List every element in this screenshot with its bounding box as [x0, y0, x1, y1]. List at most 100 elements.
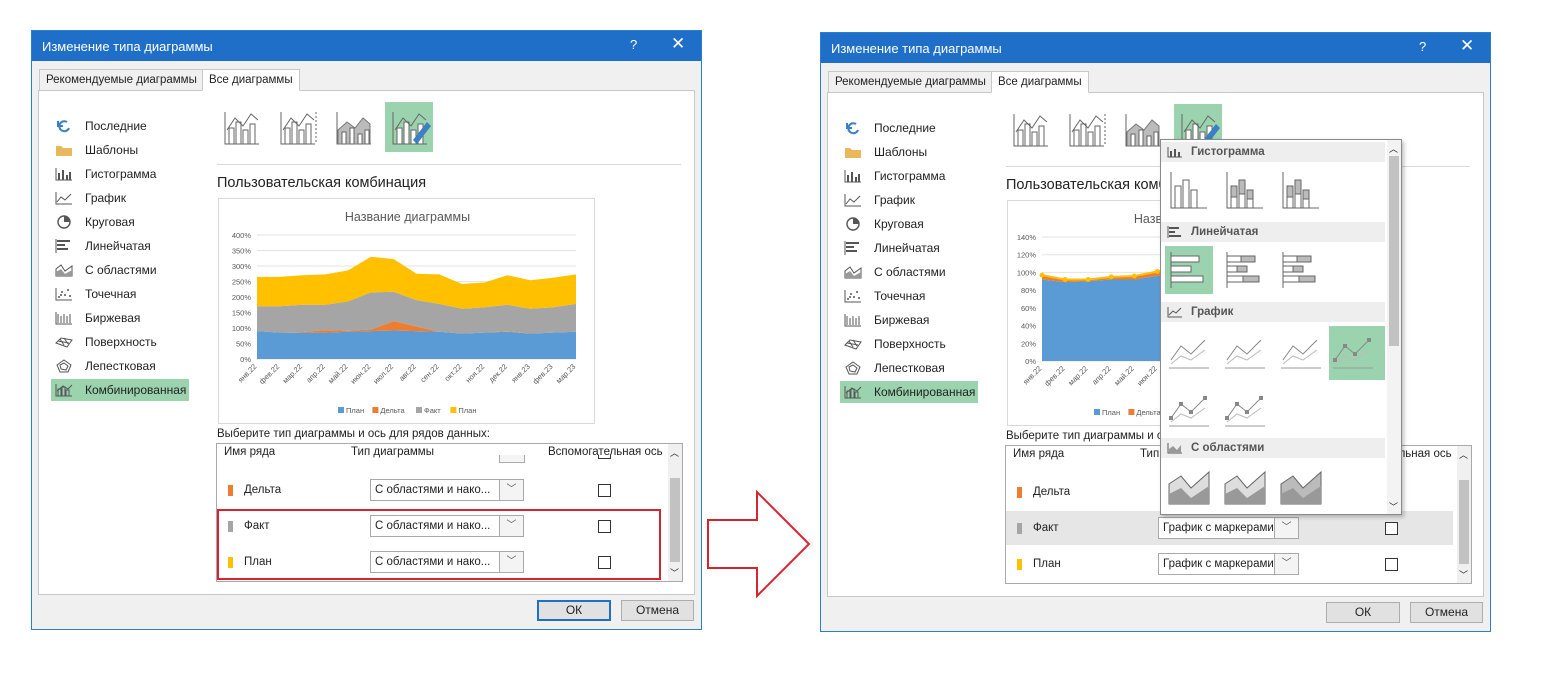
chart-subtype-100-stacked-area[interactable] [1277, 462, 1325, 510]
scroll-up-icon[interactable]: ︿ [1389, 142, 1398, 155]
sidebar-item-label: Последние [874, 121, 936, 135]
scrollbar-thumb[interactable] [1459, 480, 1469, 564]
sidebar-item-pie-chart[interactable]: Круговая [840, 213, 978, 235]
chart-subtype-stacked-column[interactable] [1221, 166, 1269, 214]
sidebar-item-scatter-chart[interactable]: Точечная [840, 285, 978, 307]
scrollbar-thumb[interactable] [670, 478, 680, 562]
chart-subtype-stacked-line[interactable] [1221, 326, 1269, 374]
chart-subtype-stacked-bar[interactable] [1221, 246, 1269, 294]
combo-area-clustered-icon[interactable] [1118, 104, 1166, 154]
sidebar-item-surface-chart[interactable]: Поверхность [840, 333, 978, 355]
sidebar-item-bar-chart[interactable]: Линейчатая [840, 237, 978, 259]
scroll-up-icon[interactable]: ︿ [670, 446, 679, 459]
surface-chart-icon [844, 339, 862, 350]
sidebar-item-folder[interactable]: Шаблоны [51, 139, 189, 161]
line-marker [1039, 272, 1045, 278]
folder-icon [845, 148, 861, 158]
sidebar-item-bar-chart[interactable]: Линейчатая [51, 235, 189, 257]
change-chart-type-dialog-before: Изменение типа диаграммы ? ✕ Рекомендуем… [31, 30, 702, 630]
chart-subtype-line-with-markers[interactable] [1329, 326, 1385, 380]
tab-recommended-charts[interactable]: Рекомендуемые диаграммы [828, 71, 993, 93]
secondary-axis-checkbox[interactable] [1385, 522, 1398, 535]
chart-subtype-area[interactable] [1165, 462, 1213, 510]
sidebar-item-folder[interactable]: Шаблоны [840, 141, 978, 163]
series-row-name: Дельта [228, 484, 281, 496]
y-tick-label: 100% [1017, 268, 1037, 277]
sidebar-item-area-chart[interactable]: С областями [840, 261, 978, 283]
help-button[interactable]: ? [1419, 39, 1426, 54]
sidebar-item-label: Линейчатая [85, 239, 151, 253]
chart-subtype-line[interactable] [1165, 326, 1213, 374]
cancel-button[interactable]: Отмена [1410, 602, 1483, 623]
ok-button[interactable]: ОК [1326, 602, 1400, 623]
sidebar-item-radar-chart[interactable]: Лепестковая [51, 355, 189, 377]
legend-swatch [1128, 409, 1135, 415]
sidebar-item-area-chart[interactable]: С областями [51, 259, 189, 281]
sidebar-item-line-chart[interactable]: График [51, 187, 189, 209]
sidebar-item-line-chart[interactable]: График [840, 189, 978, 211]
tab-recommended-charts[interactable]: Рекомендуемые диаграммы [39, 69, 204, 91]
scroll-down-icon[interactable]: ﹀ [1389, 500, 1398, 513]
series-type-select[interactable]: График с маркерами ﹀ [1158, 553, 1299, 575]
sidebar-item-surface-chart[interactable]: Поверхность [51, 331, 189, 353]
tab-all-charts[interactable]: Все диаграммы [991, 71, 1089, 93]
series-row-name: Факт [1017, 522, 1059, 534]
cancel-button[interactable]: Отмена [621, 600, 694, 621]
secondary-axis-checkbox[interactable] [1385, 558, 1398, 571]
series-type-select[interactable]: График с маркерами ﹀ [1158, 517, 1299, 539]
scroll-down-icon[interactable]: ﹀ [1459, 568, 1468, 581]
scroll-down-icon[interactable]: ﹀ [670, 566, 679, 579]
scrollbar-thumb[interactable] [1389, 156, 1399, 346]
dropdown-scrollbar[interactable]: ︿ ﹀ [1387, 140, 1401, 514]
secondary-axis-checkbox[interactable] [598, 484, 611, 497]
close-button[interactable]: ✕ [1460, 36, 1474, 56]
combo-custom-icon[interactable] [385, 102, 433, 152]
sidebar-item-combo-chart[interactable]: Комбинированная [840, 381, 978, 403]
chart-subtype-100-stacked-line-with-markers[interactable] [1221, 384, 1269, 432]
y-tick-label: 0% [240, 355, 251, 364]
close-button[interactable]: ✕ [671, 34, 685, 54]
header-series-name: Имя ряда [224, 446, 276, 458]
chart-subtype-100-stacked-bar[interactable] [1277, 246, 1325, 294]
sidebar-item-scatter-chart[interactable]: Точечная [51, 283, 189, 305]
sidebar-item-recent[interactable]: Последние [51, 115, 189, 137]
sidebar-item-column-chart[interactable]: Гистограмма [840, 165, 978, 187]
100-stacked-line-with-markers-icon [1225, 396, 1265, 427]
x-tick-label: мар.22 [1066, 364, 1089, 387]
combo-clustered-line-icon[interactable] [217, 102, 265, 152]
chart-subtype-stacked-line-with-markers[interactable] [1165, 384, 1213, 432]
grid-scrollbar[interactable]: ︿ ﹀ [668, 444, 682, 581]
sidebar-item-radar-chart[interactable]: Лепестковая [840, 357, 978, 379]
chart-subtype-100-stacked-line[interactable] [1277, 326, 1325, 374]
scroll-up-icon[interactable]: ︿ [1459, 448, 1468, 461]
sidebar-item-stock-chart[interactable]: Биржевая [51, 307, 189, 329]
series-type-select[interactable]: С областями и нако... ﹀ [370, 479, 524, 501]
combo-clustered-line-icon[interactable] [1006, 104, 1054, 154]
area-series-0 [257, 330, 576, 359]
sidebar-item-combo-chart[interactable]: Комбинированная [51, 379, 189, 401]
chart-subtype-clustered-column[interactable] [1165, 166, 1213, 214]
legend-entry: План [458, 406, 476, 415]
help-button[interactable]: ? [630, 37, 637, 52]
sidebar-item-stock-chart[interactable]: Биржевая [840, 309, 978, 331]
combo-area-clustered-icon[interactable] [329, 102, 377, 152]
ok-button[interactable]: ОК [537, 600, 611, 621]
chevron-down-icon[interactable]: ﹀ [499, 480, 523, 500]
y-tick-label: 120% [1017, 251, 1037, 260]
sidebar-item-label: Биржевая [874, 313, 930, 327]
sidebar-item-column-chart[interactable]: Гистограмма [51, 163, 189, 185]
sidebar-item-label: Комбинированная [85, 383, 187, 397]
combo-clustered-line-secondary-icon[interactable] [1062, 104, 1110, 154]
tab-all-charts[interactable]: Все диаграммы [202, 69, 300, 91]
grid-scrollbar[interactable]: ︿ ﹀ [1457, 446, 1471, 583]
stock-chart-icon [844, 314, 861, 327]
sidebar-item-recent[interactable]: Последние [840, 117, 978, 139]
chevron-down-icon[interactable]: ﹀ [1274, 518, 1298, 538]
chart-subtype-stacked-area[interactable] [1221, 462, 1269, 510]
combo-clustered-line-secondary-icon[interactable] [273, 102, 321, 152]
sidebar-item-pie-chart[interactable]: Круговая [51, 211, 189, 233]
y-tick-label: 80% [1021, 286, 1036, 295]
chart-subtype-clustered-bar[interactable] [1165, 246, 1213, 294]
chart-subtype-100-stacked-column[interactable] [1277, 166, 1325, 214]
chevron-down-icon[interactable]: ﹀ [1274, 554, 1298, 574]
